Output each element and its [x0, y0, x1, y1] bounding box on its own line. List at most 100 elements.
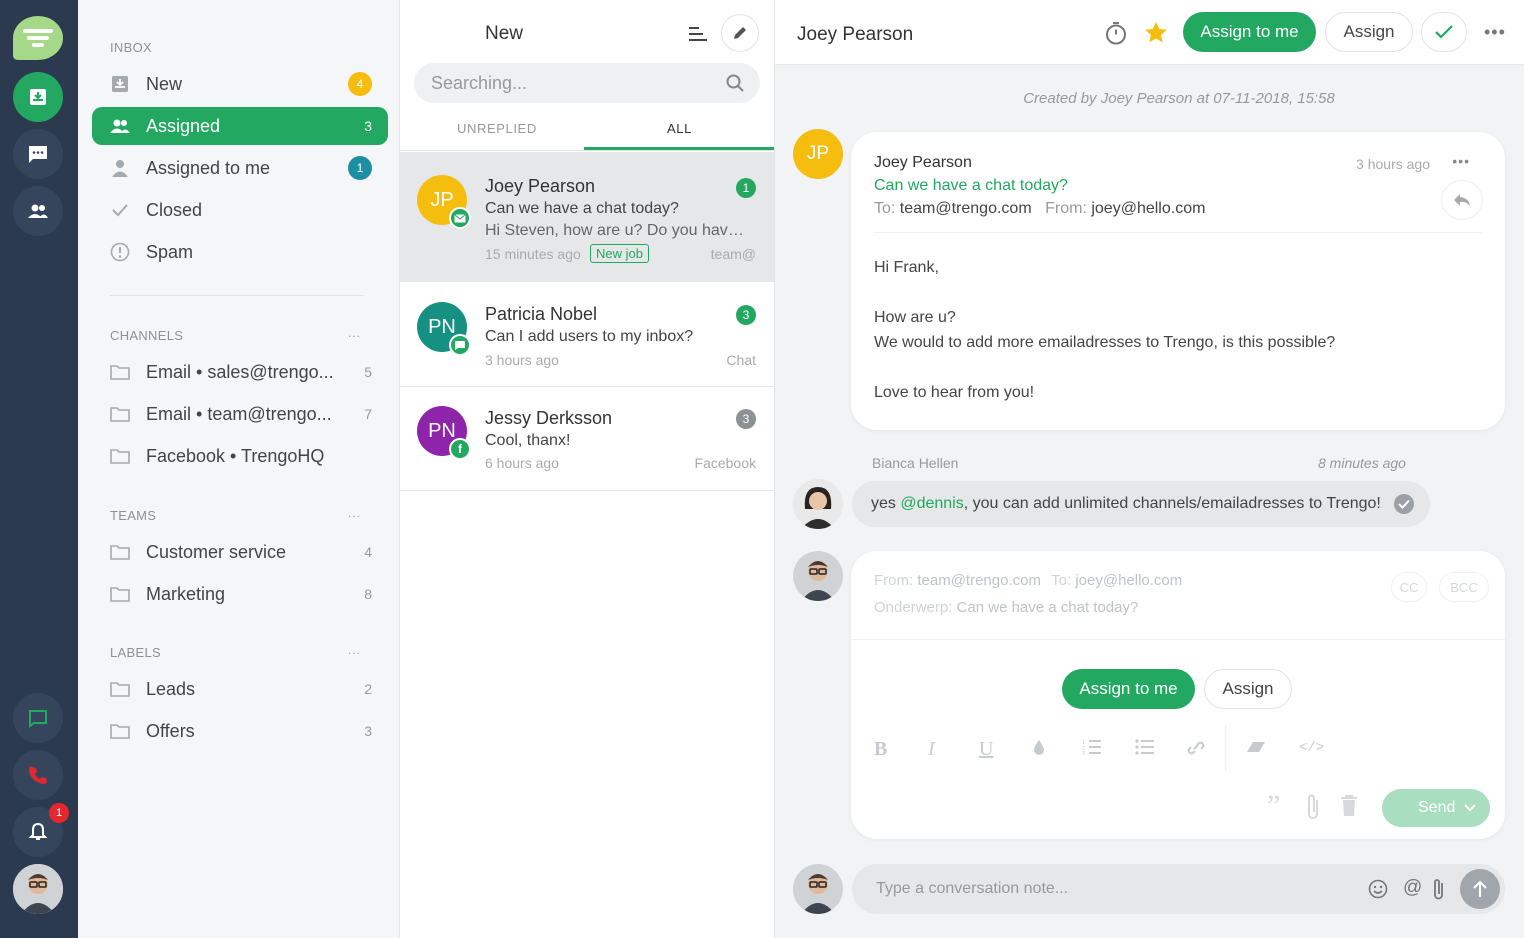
sidebar-divider — [110, 295, 364, 296]
folder-icon — [110, 362, 130, 382]
notifications-button[interactable]: 1 — [13, 803, 69, 857]
attachment-icon[interactable] — [1433, 877, 1445, 901]
conversation-name: Jessy Derksson — [485, 408, 613, 428]
composer-divider — [851, 639, 1505, 640]
reply-recipients: From: team@trengo.com To: joey@hello.com — [874, 572, 1182, 589]
phone-nav-button[interactable] — [13, 750, 63, 800]
chat-nav-button[interactable] — [13, 129, 63, 179]
message-body-line: Love to hear from you! — [874, 384, 1035, 401]
underline-icon[interactable]: U — [979, 738, 993, 761]
tab-all[interactable]: ALL — [667, 121, 692, 136]
timer-icon[interactable] — [1105, 21, 1127, 45]
close-conversation-button[interactable] — [1421, 12, 1467, 52]
emoji-icon[interactable] — [1368, 879, 1388, 899]
chat-channel-icon — [449, 334, 471, 356]
sidebar-item-assigned-to-me[interactable]: Assigned to me 1 — [92, 149, 388, 187]
folder-icon — [110, 721, 130, 741]
link-icon[interactable] — [1187, 739, 1205, 755]
reply-icon — [1454, 194, 1470, 206]
italic-icon[interactable]: I — [928, 738, 935, 761]
conversation-subject: Can I add users to my inbox? — [485, 328, 694, 345]
trengo-logo[interactable] — [13, 16, 63, 60]
agent-avatar — [793, 551, 843, 601]
quote-icon[interactable]: ” — [1267, 791, 1280, 821]
labels-more-button[interactable]: ... — [348, 643, 361, 657]
bold-icon[interactable]: B — [874, 738, 887, 761]
sidebar-item-label-leads[interactable]: Leads 2 — [92, 670, 388, 708]
note-mention[interactable]: @dennis — [900, 495, 963, 513]
sidebar-item-team-customer-service[interactable]: Customer service 4 — [92, 533, 388, 571]
assign-button[interactable]: Assign — [1204, 669, 1292, 709]
assign-to-me-button[interactable]: Assign to me — [1062, 669, 1195, 709]
star-icon[interactable] — [1144, 21, 1168, 44]
send-button[interactable]: Send — [1382, 789, 1490, 827]
label-count: 2 — [364, 681, 372, 697]
cc-button[interactable]: CC — [1391, 572, 1427, 602]
sort-button[interactable] — [679, 15, 717, 53]
folder-icon — [110, 446, 130, 466]
mention-icon[interactable]: @ — [1403, 877, 1422, 899]
reply-subject[interactable]: Onderwerp: Can we have a chat today? — [874, 599, 1138, 616]
conversation-subject: Cool, thanx! — [485, 432, 571, 449]
conversation-list: New Searching... UNREPLIED ALL JP Joey P… — [400, 0, 775, 938]
messenger-nav-button[interactable] — [13, 693, 63, 743]
trash-icon[interactable] — [1340, 795, 1358, 817]
compose-button[interactable] — [721, 14, 759, 52]
bcc-button[interactable]: BCC — [1439, 572, 1489, 602]
bullet-list-icon[interactable] — [1135, 739, 1155, 755]
more-options-button[interactable]: ••• — [1484, 22, 1506, 43]
color-icon[interactable] — [1033, 739, 1045, 755]
conversation-channel: Facebook — [694, 455, 756, 471]
reply-button[interactable] — [1441, 180, 1483, 220]
avatar-initials: JP — [430, 188, 454, 211]
assign-to-me-button[interactable]: Assign to me — [1183, 12, 1316, 52]
conversation-preview: Hi Steven, how are u? Do you have... — [485, 222, 745, 239]
contact-avatar: PN f — [417, 406, 471, 460]
sidebar-item-label-offers[interactable]: Offers 3 — [92, 712, 388, 750]
channels-more-button[interactable]: ... — [348, 326, 361, 340]
note-author: Bianca Hellen — [872, 455, 959, 471]
contacts-nav-button[interactable] — [13, 186, 63, 236]
user-avatar[interactable] — [13, 864, 63, 914]
reply-composer: From: team@trengo.com To: joey@hello.com… — [851, 551, 1505, 839]
bell-icon — [28, 822, 48, 840]
note-text: , you can add unlimited channels/emailad… — [963, 495, 1381, 512]
sidebar-item-team-marketing[interactable]: Marketing 8 — [92, 575, 388, 613]
sidebar-item-label: Assigned to me — [146, 157, 271, 178]
sidebar-item-spam[interactable]: Spam — [92, 233, 388, 271]
conversation-item[interactable]: PN Patricia Nobel Can I add users to my … — [400, 282, 774, 387]
list-title: New — [485, 23, 524, 44]
teams-more-button[interactable]: ... — [348, 506, 361, 520]
attachment-icon[interactable] — [1306, 793, 1320, 821]
to-address[interactable]: joey@hello.com — [1075, 572, 1182, 589]
sidebar-item-new[interactable]: New 4 — [92, 65, 388, 103]
sidebar-item-channel-sales[interactable]: Email • sales@trengo... 5 — [92, 353, 388, 391]
inbox-nav-button[interactable] — [13, 72, 63, 122]
conversation-note-input[interactable]: Type a conversation note... @ — [852, 864, 1505, 914]
conversation-item[interactable]: PN f Jessy Derksson Cool, thanx! 6 hours… — [400, 387, 774, 491]
label-tag: New job — [590, 244, 649, 263]
eraser-icon[interactable] — [1246, 741, 1266, 753]
tab-unreplied[interactable]: UNREPLIED — [457, 121, 537, 136]
sidebar-item-assigned[interactable]: Assigned 3 — [92, 107, 388, 145]
ordered-list-icon[interactable]: 123 — [1082, 739, 1102, 755]
conversation-item[interactable]: JP Joey Pearson Can we have a chat today… — [400, 152, 774, 282]
conversation-subject: Can we have a chat today? — [485, 200, 679, 217]
chevron-down-icon[interactable] — [1464, 804, 1476, 812]
message-options-button[interactable]: ••• — [1452, 153, 1470, 169]
assign-button[interactable]: Assign — [1325, 12, 1413, 52]
contact-avatar: JP — [417, 175, 471, 229]
from-address[interactable]: team@trengo.com — [917, 572, 1041, 589]
sidebar-item-label: Assigned — [146, 115, 221, 136]
conversation-channel: team@ — [710, 246, 756, 262]
inbox-icon — [110, 74, 130, 94]
submit-note-button[interactable] — [1460, 869, 1500, 909]
sidebar-item-channel-facebook[interactable]: Facebook • TrengoHQ — [92, 437, 388, 475]
avatar-initials: PN — [428, 419, 456, 442]
subject-value: Can we have a chat today? — [956, 599, 1139, 616]
sidebar-item-channel-team[interactable]: Email • team@trengo... 7 — [92, 395, 388, 433]
created-info: Created by Joey Pearson at 07-11-2018, 1… — [1023, 90, 1335, 107]
search-input[interactable]: Searching... — [414, 63, 760, 103]
code-icon[interactable]: </> — [1299, 740, 1324, 756]
sidebar-item-closed[interactable]: Closed — [92, 191, 388, 229]
